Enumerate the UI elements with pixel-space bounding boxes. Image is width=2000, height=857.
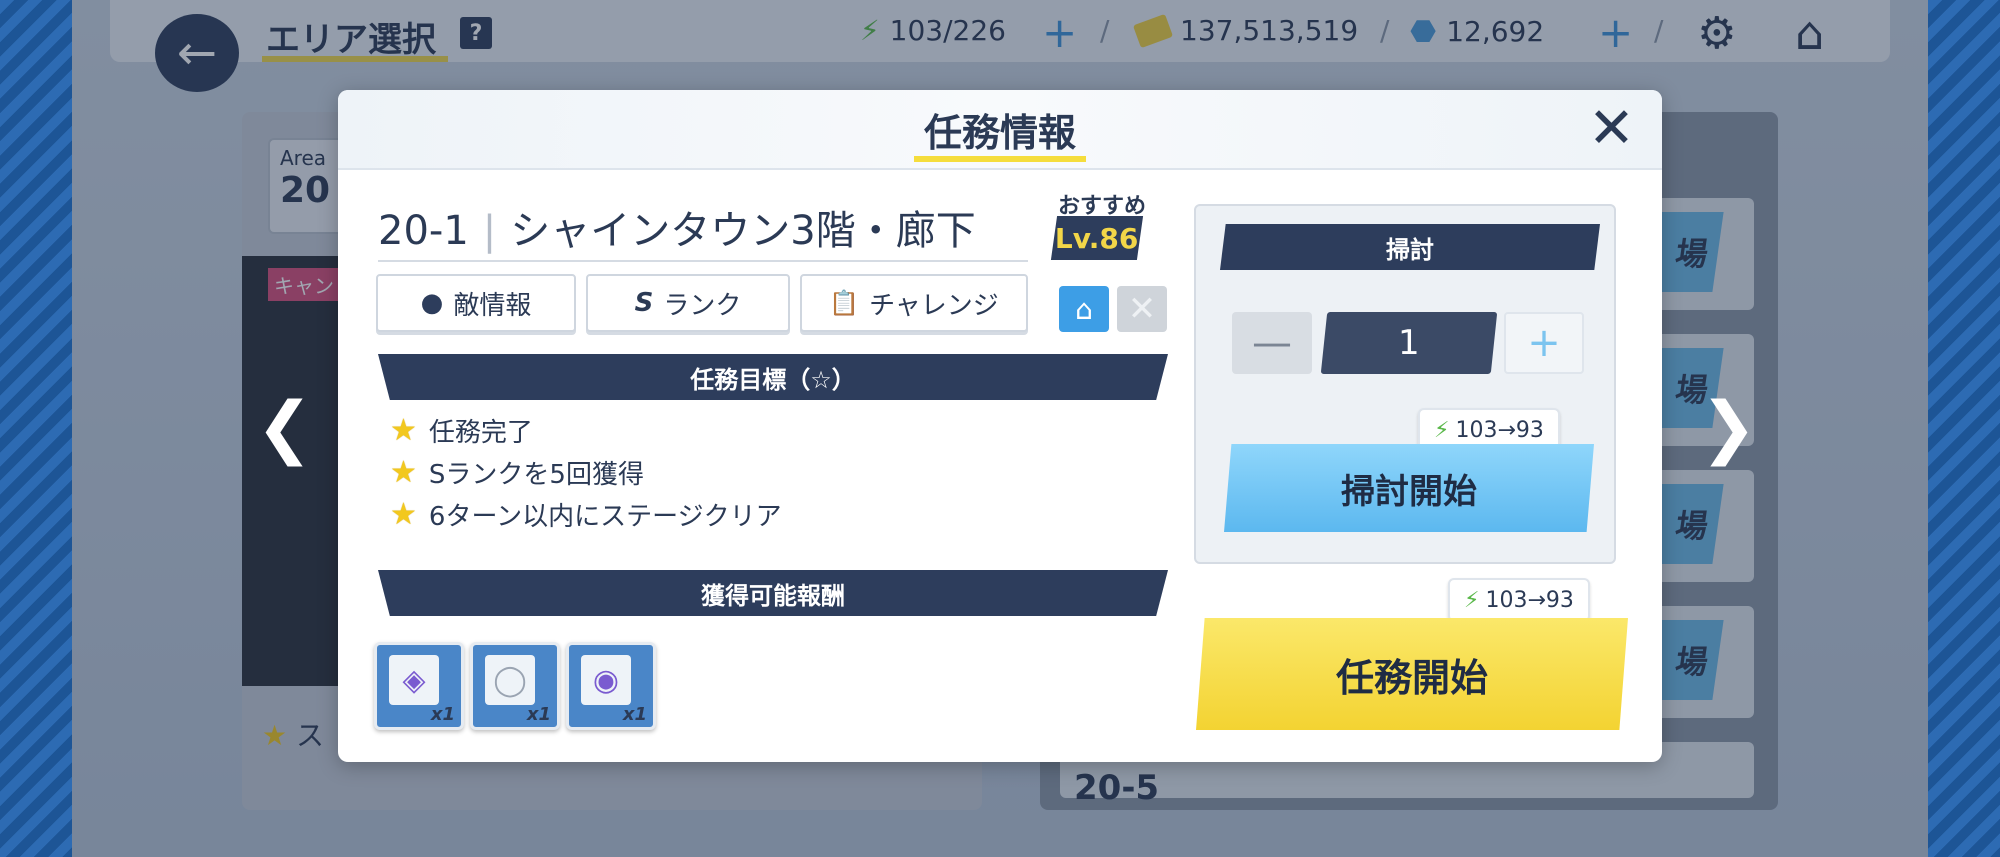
recommended-level: Lv.86 (1055, 221, 1139, 255)
sweep-quantity[interactable]: 1 (1320, 312, 1498, 374)
bottle-icon: ◈ (389, 655, 439, 705)
left-border-pattern (0, 0, 72, 857)
disc-icon: ◉ (581, 655, 631, 705)
right-border-pattern (1928, 0, 2000, 857)
sweep-quantity-value: 1 (1398, 323, 1420, 363)
stage-id: 20-1 (378, 208, 469, 254)
reward-item[interactable]: ◈ x1 (374, 642, 464, 730)
close-icon[interactable]: ✕ (1588, 96, 1635, 161)
mission-start-button[interactable]: 任務開始 (1196, 618, 1628, 730)
rewards-header: 獲得可能報酬 (378, 570, 1168, 616)
objective-item: ★ 任務完了 (390, 412, 533, 449)
objectives-header: 任務目標（☆） (378, 354, 1168, 400)
mission-info-dialog: 任務情報 ✕ 20-1 | シャインタウン3階・廊下 おすすめ Lv.86 ● 敵情… (338, 90, 1662, 762)
objective-item: ★ 6ターン以内にステージクリア (390, 496, 782, 533)
increment-button[interactable]: + (1504, 312, 1584, 374)
lightning-icon: ⚡ (1434, 417, 1450, 443)
stage-name: シャインタウン3階・廊下 (510, 208, 976, 254)
reward-item[interactable]: ◯ x1 (470, 642, 560, 730)
tab-rank[interactable]: S ランク (586, 274, 790, 332)
reward-quantity: x1 (430, 704, 455, 725)
ap-cost-text: 103→93 (1455, 417, 1544, 443)
star-icon: ★ (390, 497, 417, 532)
tab-label: チャレンジ (869, 290, 999, 321)
reward-quantity: x1 (622, 704, 647, 725)
s-rank-icon: S (634, 288, 654, 318)
objective-item: ★ Sランクを5回獲得 (390, 454, 644, 491)
star-icon: ★ (390, 455, 417, 490)
divider (378, 260, 1028, 262)
reward-quantity: x1 (526, 704, 551, 725)
start-ap-cost: ⚡ 103→93 (1448, 578, 1590, 622)
star-icon: ★ (390, 413, 417, 448)
ring-icon: ◯ (485, 655, 535, 705)
clipboard-icon: 📋 (829, 289, 860, 317)
tab-enemy-info[interactable]: ● 敵情報 (376, 274, 576, 332)
tab-challenge[interactable]: 📋 チャレンジ (800, 274, 1028, 332)
objective-text: 任務完了 (428, 418, 533, 448)
objective-text: Sランクを5回獲得 (428, 460, 644, 490)
tab-label: ランク (663, 290, 742, 321)
sweep-start-button[interactable]: 掃討開始 (1224, 444, 1594, 532)
title-underline (914, 156, 1086, 162)
home-filter-icon[interactable]: ⌂ (1059, 286, 1109, 332)
recommended-level-badge: Lv.86 (1050, 216, 1144, 260)
disabled-cross-icon: ✕ (1117, 286, 1167, 332)
sweep-header: 掃討 (1220, 224, 1600, 270)
decrement-button[interactable]: — (1232, 312, 1312, 374)
ap-cost-text: 103→93 (1485, 587, 1574, 613)
reward-item[interactable]: ◉ x1 (566, 642, 656, 730)
objective-text: 6ターン以内にステージクリア (428, 502, 782, 532)
dialog-title: 任務情報 (923, 111, 1076, 155)
chat-bubble-icon: ● (420, 288, 444, 318)
next-area-arrow-icon[interactable]: ❯ (1700, 388, 1757, 467)
prev-area-arrow-icon[interactable]: ❮ (256, 388, 313, 467)
stage-heading: 20-1 | シャインタウン3階・廊下 (378, 208, 976, 254)
lightning-icon: ⚡ (1464, 587, 1480, 613)
tab-label: 敵情報 (453, 290, 532, 321)
